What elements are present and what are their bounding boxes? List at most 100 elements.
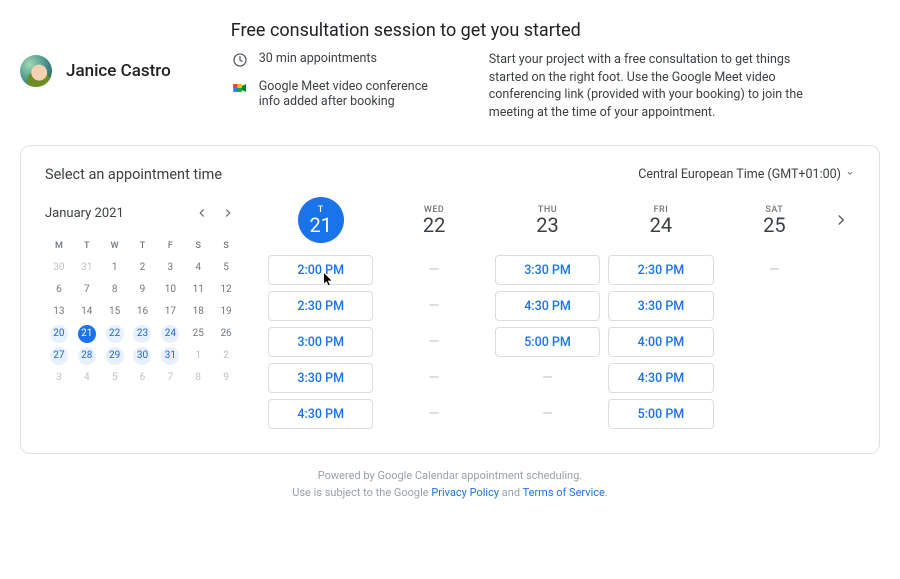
day-header[interactable]: SAT25 [751, 197, 797, 243]
calendar-day[interactable]: 5 [101, 367, 129, 389]
time-slot[interactable]: 5:00 PM [495, 327, 600, 357]
time-slot[interactable]: 2:30 PM [608, 255, 713, 285]
day-column: WED22————— [381, 197, 486, 429]
calendar-day[interactable]: 8 [101, 279, 129, 301]
clock-icon [231, 51, 249, 69]
calendar-day[interactable]: 23 [129, 323, 157, 345]
avatar [20, 55, 52, 87]
page-header: Janice Castro Free consultation session … [20, 20, 880, 121]
time-slot[interactable]: 2:30 PM [268, 291, 373, 321]
no-slot: — [381, 327, 486, 357]
time-slot[interactable]: 3:30 PM [608, 291, 713, 321]
calendar-day[interactable]: 3 [156, 257, 184, 279]
calendar-day[interactable]: 24 [156, 323, 184, 345]
calendar-day[interactable]: 1 [184, 345, 212, 367]
chevron-down-icon [845, 167, 855, 182]
calendar-day[interactable]: 25 [184, 323, 212, 345]
calendar-day[interactable]: 8 [184, 367, 212, 389]
time-slot[interactable]: 3:30 PM [268, 363, 373, 393]
tos-link[interactable]: Terms of Service [523, 486, 605, 499]
owner-block: Janice Castro [20, 20, 171, 121]
calendar-day[interactable]: 4 [73, 367, 101, 389]
time-slot[interactable]: 3:00 PM [268, 327, 373, 357]
privacy-link[interactable]: Privacy Policy [431, 486, 499, 499]
calendar-day[interactable]: 30 [129, 345, 157, 367]
session-info: Free consultation session to get you sta… [231, 20, 880, 121]
prev-month-button[interactable] [190, 201, 214, 225]
calendar-day[interactable]: 15 [101, 301, 129, 323]
day-column: FRI24 2:30 PM 3:30 PM 4:00 PM 4:30 PM 5:00 PM [608, 197, 713, 429]
weekday-label: M [45, 235, 73, 257]
day-number: 25 [763, 215, 785, 235]
calendar-day[interactable]: 21 [73, 323, 101, 345]
scheduler-card: Select an appointment time Central Europ… [20, 145, 880, 454]
calendar-day[interactable]: 1 [101, 257, 129, 279]
calendar-day[interactable]: 11 [184, 279, 212, 301]
no-slot: — [381, 399, 486, 429]
calendar-day[interactable]: 7 [156, 367, 184, 389]
calendar-day[interactable]: 19 [212, 301, 240, 323]
calendar-day[interactable]: 26 [212, 323, 240, 345]
footer-line1: Powered by Google Calendar appointment s… [20, 468, 880, 485]
time-slot[interactable]: 4:30 PM [268, 399, 373, 429]
cursor-icon [321, 271, 337, 287]
time-slot[interactable]: 4:00 PM [608, 327, 713, 357]
calendar-day[interactable]: 31 [156, 345, 184, 367]
day-header[interactable]: T21 [298, 197, 344, 243]
time-slot[interactable]: 4:30 PM [608, 363, 713, 393]
calendar-day[interactable]: 18 [184, 301, 212, 323]
day-column: THU233:30 PM4:30 PM5:00 PM—— [495, 197, 600, 429]
time-slot[interactable]: 5:00 PM [608, 399, 713, 429]
next-days-button[interactable] [827, 197, 855, 243]
weekday-label: T [129, 235, 157, 257]
calendar-day[interactable]: 30 [45, 257, 73, 279]
weekday-label: S [184, 235, 212, 257]
day-header[interactable]: WED22 [411, 197, 457, 243]
day-number: 21 [309, 215, 331, 235]
calendar-day[interactable]: 6 [45, 279, 73, 301]
time-slot[interactable]: 4:30 PM [495, 291, 600, 321]
calendar-day[interactable]: 13 [45, 301, 73, 323]
calendar-day[interactable]: 17 [156, 301, 184, 323]
calendar-day[interactable]: 6 [129, 367, 157, 389]
timezone-label: Central European Time (GMT+01:00) [638, 167, 841, 182]
session-description: Start your project with a free consultat… [489, 51, 819, 121]
calendar-day[interactable]: 29 [101, 345, 129, 367]
google-meet-icon [231, 79, 249, 97]
calendar-day[interactable]: 31 [73, 257, 101, 279]
weekday-label: W [101, 235, 129, 257]
day-number: 23 [536, 215, 558, 235]
calendar-day[interactable]: 22 [101, 323, 129, 345]
duration-label: 30 min appointments [259, 51, 377, 66]
calendar-day[interactable]: 2 [212, 345, 240, 367]
next-month-button[interactable] [216, 201, 240, 225]
no-slot: — [381, 363, 486, 393]
owner-name: Janice Castro [66, 61, 171, 81]
calendar-day[interactable]: 2 [129, 257, 157, 279]
day-number: 22 [423, 215, 445, 235]
day-column: SAT25— [722, 197, 827, 429]
calendar-day[interactable]: 20 [45, 323, 73, 345]
timezone-selector[interactable]: Central European Time (GMT+01:00) [638, 167, 855, 182]
weekday-label: S [212, 235, 240, 257]
time-slot[interactable]: 2:00 PM [268, 255, 373, 285]
calendar-day[interactable]: 9 [129, 279, 157, 301]
calendar-day[interactable]: 3 [45, 367, 73, 389]
no-slot: — [495, 363, 600, 393]
calendar-day[interactable]: 27 [45, 345, 73, 367]
calendar-day[interactable]: 28 [73, 345, 101, 367]
calendar-day[interactable]: 14 [73, 301, 101, 323]
calendar-day[interactable]: 12 [212, 279, 240, 301]
calendar-day[interactable]: 4 [184, 257, 212, 279]
meet-label: Google Meet video conference info added … [259, 79, 449, 109]
calendar-day[interactable]: 9 [212, 367, 240, 389]
day-header[interactable]: THU23 [525, 197, 571, 243]
session-title: Free consultation session to get you sta… [231, 20, 880, 41]
calendar-day[interactable]: 10 [156, 279, 184, 301]
time-slot[interactable]: 3:30 PM [495, 255, 600, 285]
calendar-day[interactable]: 5 [212, 257, 240, 279]
weekday-header: MTWTFSS [45, 235, 240, 257]
calendar-day[interactable]: 16 [129, 301, 157, 323]
calendar-day[interactable]: 7 [73, 279, 101, 301]
day-header[interactable]: FRI24 [638, 197, 684, 243]
